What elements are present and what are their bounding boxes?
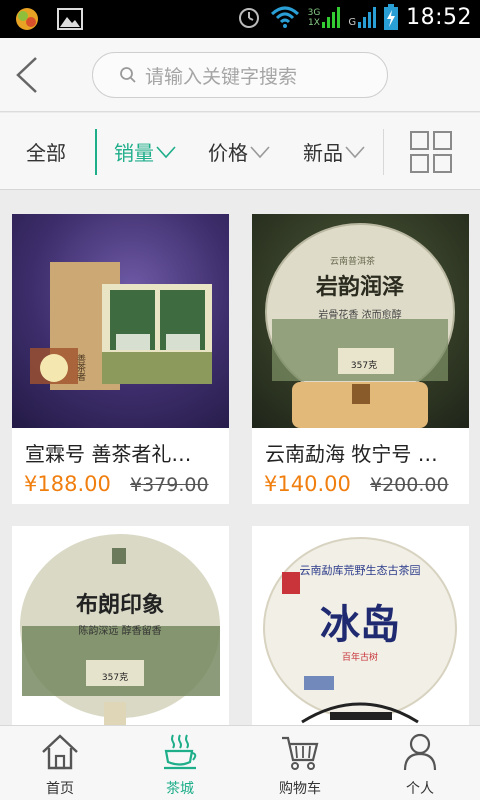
product-card[interactable]: 善茶者 宣霖号 善茶者礼… ¥188.00 ¥379.00 xyxy=(12,214,229,504)
cart-icon xyxy=(282,736,319,770)
filter-new[interactable]: 新品 xyxy=(303,113,365,190)
signal-icon xyxy=(322,7,341,28)
product-image-arc-text: 云南勐库荒野生态古茶园 xyxy=(300,563,421,577)
product-card[interactable]: 云南普洱茶 岩韵润泽 岩骨花香 浓而愈醇 357克 云南勐海 牧宁号 … ¥14… xyxy=(252,214,469,504)
product-name: 云南勐海 牧宁号 … xyxy=(265,442,438,466)
status-bar: 3G 1X G 18:52 xyxy=(0,0,480,38)
home-icon xyxy=(42,734,78,770)
filter-bar: 全部 销量 价格 新品 xyxy=(0,113,480,190)
chevron-down-icon xyxy=(156,145,176,158)
filter-all[interactable]: 全部 xyxy=(26,113,66,190)
product-image-band: 云南普洱茶 xyxy=(330,255,375,267)
product-card[interactable]: 布朗印象 陈韵深远 醇香留香 357克 xyxy=(12,526,229,740)
person-icon xyxy=(403,733,437,771)
product-image: 云南勐库荒野生态古茶园 冰岛 百年古树 xyxy=(252,526,469,740)
tab-tea-city-label: 茶城 xyxy=(166,781,194,797)
wifi-icon xyxy=(270,6,299,28)
filter-new-label: 新品 xyxy=(303,141,343,165)
product-image-subtext: 百年古树 xyxy=(342,651,378,663)
search-input[interactable]: 请输入关键字搜索 xyxy=(92,52,388,98)
product-price: ¥140.00 xyxy=(264,472,351,496)
tab-profile[interactable]: 个人 xyxy=(360,726,480,800)
tab-cart-label: 购物车 xyxy=(279,781,321,797)
product-card[interactable]: 云南勐库荒野生态古茶园 冰岛 百年古树 xyxy=(252,526,469,740)
product-image-text: 布朗印象 xyxy=(76,592,164,618)
top-bar: 请输入关键字搜索 xyxy=(0,38,480,112)
grid-view-icon[interactable] xyxy=(410,131,452,173)
product-image-text: 岩韵润泽 xyxy=(315,274,404,300)
search-placeholder: 请输入关键字搜索 xyxy=(145,65,298,88)
filter-all-label: 全部 xyxy=(26,141,66,165)
filter-sales-label: 销量 xyxy=(114,141,154,165)
product-image: 布朗印象 陈韵深远 醇香留香 357克 xyxy=(12,526,229,740)
chevron-down-icon xyxy=(250,145,270,158)
app-notification-icon xyxy=(16,8,38,30)
filter-sales[interactable]: 销量 xyxy=(114,113,176,190)
divider xyxy=(95,129,97,175)
product-image-subtext: 陈韵深远 醇香留香 xyxy=(78,624,161,637)
product-image-net: 357克 xyxy=(102,672,128,683)
clock: 18:52 xyxy=(406,4,472,30)
tab-cart[interactable]: 购物车 xyxy=(240,726,360,800)
battery-charging-icon xyxy=(384,4,399,30)
network-g-indicator: G xyxy=(348,6,377,28)
tea-cup-icon xyxy=(164,734,197,770)
filter-price[interactable]: 价格 xyxy=(208,113,270,190)
signal-icon xyxy=(358,7,377,28)
product-name: 宣霖号 善茶者礼… xyxy=(25,442,192,466)
alarm-icon xyxy=(238,8,259,28)
filter-price-label: 价格 xyxy=(208,141,248,165)
tab-tea-city[interactable]: 茶城 xyxy=(120,726,240,800)
product-image-subtext: 岩骨花香 浓而愈醇 xyxy=(318,308,401,321)
product-original-price: ¥379.00 xyxy=(130,474,209,496)
product-image: 云南普洱茶 岩韵润泽 岩骨花香 浓而愈醇 357克 xyxy=(252,214,469,428)
image-notification-icon xyxy=(57,8,83,30)
chevron-down-icon xyxy=(345,145,365,158)
bottom-tab-bar: 首页 茶城 购物车 个人 xyxy=(0,725,480,800)
product-image-text: 冰岛 xyxy=(320,602,400,648)
tab-profile-label: 个人 xyxy=(406,781,434,797)
divider xyxy=(383,129,384,175)
tab-home-label: 首页 xyxy=(46,781,74,797)
product-image-net: 357克 xyxy=(351,360,377,371)
product-original-price: ¥200.00 xyxy=(370,474,449,496)
search-icon xyxy=(120,67,136,83)
product-price: ¥188.00 xyxy=(24,472,111,496)
product-image-text: 善茶者 xyxy=(75,353,86,381)
back-arrow-icon[interactable] xyxy=(10,54,44,96)
network-3g-indicator: 3G 1X xyxy=(308,6,341,28)
tab-home[interactable]: 首页 xyxy=(0,726,120,800)
product-image: 善茶者 xyxy=(12,214,229,428)
